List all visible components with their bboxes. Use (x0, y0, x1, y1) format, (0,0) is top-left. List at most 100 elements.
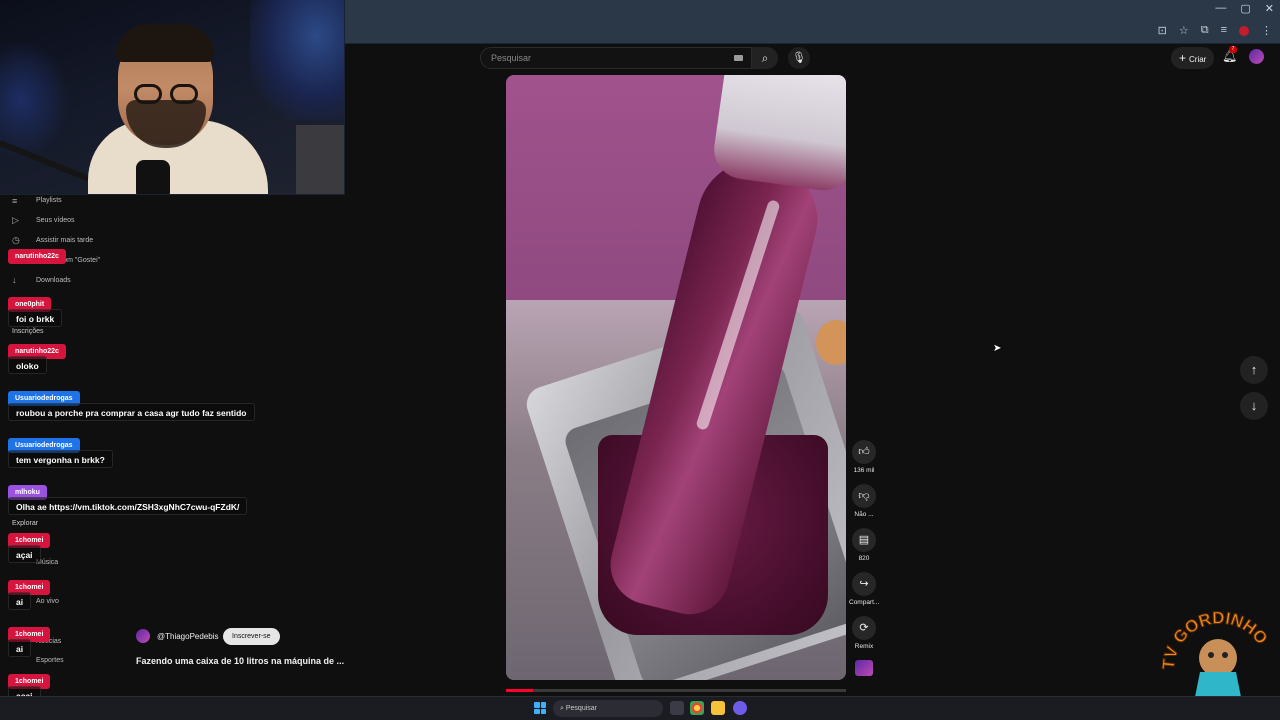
remix-label: Remix (854, 643, 874, 650)
chat-message: mlhoku Olha ae https://vm.tiktok.com/ZSH… (8, 481, 248, 515)
profile-icon[interactable] (1239, 26, 1249, 36)
create-label: Criar (1189, 55, 1207, 64)
chat-message: Usuariodedrogas tem vergonha n brkk? (8, 434, 113, 468)
video-progress-bar[interactable] (506, 689, 846, 692)
close-button[interactable]: ✕ (1265, 2, 1274, 15)
sidebar-item-watch-later[interactable]: Assistir mais tarde (36, 237, 93, 244)
arrow-up-icon: ↑ (1250, 362, 1258, 377)
taskbar-search[interactable]: ⌕ Pesquisar (553, 700, 663, 717)
search-placeholder: Pesquisar (491, 53, 532, 63)
hamburger-icon[interactable]: ≡ (12, 196, 17, 206)
create-button[interactable]: + Criar (1171, 47, 1215, 69)
webcam-feed (0, 0, 345, 195)
mouse-cursor-icon: ➤ (993, 343, 1002, 354)
dislike-action[interactable]: 👎︎ Não ... (849, 484, 879, 518)
bookmark-star-icon[interactable]: ☆ (1179, 24, 1189, 37)
arrow-down-icon: ↓ (1250, 398, 1258, 413)
chat-text: ai (8, 639, 32, 657)
mic-icon: 🎙︎ (792, 52, 806, 64)
comment-count: 820 (858, 555, 870, 562)
chat-username: narutinho22c (8, 249, 66, 264)
webcam-backlight (0, 40, 70, 160)
sidebar-item-downloads[interactable]: Downloads (36, 277, 71, 284)
like-icon[interactable]: 👍︎ (852, 440, 876, 464)
previous-video-button[interactable]: ↑ (1240, 356, 1268, 384)
glasses-right (170, 84, 198, 104)
remix-action[interactable]: ⟳ Remix (849, 616, 879, 650)
sidebar-item-your-videos[interactable]: Seus vídeos (36, 217, 75, 224)
extensions-icon[interactable]: ⧉ (1201, 24, 1209, 37)
like-action[interactable]: 👍︎ 136 mil (849, 440, 879, 474)
webcam-background-object (296, 125, 344, 194)
video-pitcher (710, 75, 846, 195)
chat-text: tem vergonha n brkk? (8, 450, 113, 468)
video-icon: ▷ (12, 215, 19, 225)
subscribe-button[interactable]: Inscrever-se (223, 628, 280, 645)
sidebar-heading-subscriptions: Inscrições (12, 328, 44, 335)
taskbar-search-label: Pesquisar (565, 705, 598, 712)
dislike-label: Não ... (854, 511, 874, 518)
next-video-button[interactable]: ↓ (1240, 392, 1268, 420)
file-explorer-icon[interactable] (711, 701, 725, 715)
channel-name[interactable]: @ThiagoPedebis (157, 632, 219, 641)
sidebar-heading-explore: Explorar (12, 520, 39, 527)
watermark-eye-left (1208, 652, 1214, 658)
toolbar-icons: ⊡ ☆ ⧉ ≡ ⋮ (1158, 24, 1272, 37)
screen: — ▢ ✕ ⊡ ☆ ⧉ ≡ ⋮ Pesquisar ⌕ 🎙︎ + Criar 🔔︎… (0, 0, 1280, 720)
watermark-face (1199, 639, 1237, 677)
sound-avatar[interactable] (855, 660, 873, 676)
dislike-icon[interactable]: 👎︎ (852, 484, 876, 508)
account-avatar[interactable] (1249, 49, 1264, 64)
share-label: Compart... (849, 599, 880, 606)
watermark-eye-right (1222, 652, 1228, 658)
chat-message: narutinho22c (8, 245, 66, 264)
share-action[interactable]: ↪ Compart... (849, 572, 879, 606)
sidebar-item-playlists[interactable]: Playlists (36, 197, 62, 204)
chat-message: Usuariodedrogas roubou a porche pra comp… (8, 387, 255, 421)
search-input[interactable]: Pesquisar (480, 47, 752, 69)
webcam-ring-light (250, 0, 344, 120)
comment-icon[interactable]: ▤ (852, 528, 876, 552)
glasses-left (134, 84, 162, 104)
keyboard-icon[interactable] (734, 55, 743, 61)
chat-message: 1chomei ai (8, 623, 51, 657)
chat-text: oloko (8, 356, 47, 374)
share-icon[interactable]: ↪ (852, 572, 876, 596)
plus-icon: + (1179, 51, 1187, 65)
window-controls: — ▢ ✕ (1215, 2, 1274, 15)
minimize-button[interactable]: — (1215, 2, 1226, 15)
media-icon[interactable]: ≡ (1221, 24, 1227, 37)
chat-text: ai (8, 592, 32, 610)
shorts-video-player[interactable] (506, 75, 846, 680)
voice-search-button[interactable]: 🎙︎ (788, 47, 810, 69)
download-icon: ↓ (12, 275, 17, 285)
search-button[interactable]: ⌕ (752, 47, 778, 69)
maximize-button[interactable]: ▢ (1240, 2, 1250, 15)
video-progress-fill (506, 689, 534, 692)
chrome-icon[interactable] (690, 701, 704, 715)
like-count: 136 mil (853, 467, 875, 474)
remix-icon[interactable]: ⟳ (852, 616, 876, 640)
cast-icon[interactable]: ⊡ (1158, 24, 1167, 37)
microphone (136, 160, 170, 194)
comment-action[interactable]: ▤ 820 (849, 528, 879, 562)
channel-avatar[interactable] (136, 629, 150, 643)
task-view-icon[interactable] (670, 701, 684, 715)
chat-message: one0phit foi o brkk (8, 293, 63, 327)
chat-text: açai (8, 545, 41, 563)
sidebar-item-sports[interactable]: Esportes (36, 657, 64, 664)
browser-menu-icon[interactable]: ⋮ (1261, 24, 1272, 37)
chat-message: 1chomei açai (8, 670, 51, 704)
windows-taskbar: ⌕ Pesquisar (0, 696, 1280, 720)
notification-badge: 7 (1229, 46, 1237, 53)
chat-text: foi o brkk (8, 309, 63, 327)
sidebar-item-live[interactable]: Ao vivo (36, 598, 59, 605)
chat-message: 1chomei ai (8, 576, 51, 610)
chat-text: roubou a porche pra comprar a casa agr t… (8, 403, 255, 421)
chat-text: Olha ae https://vm.tiktok.com/ZSH3xgNhC7… (8, 497, 248, 515)
chat-message: 1chomei açai (8, 529, 51, 563)
search-icon: ⌕ (761, 51, 769, 65)
video-title[interactable]: Fazendo uma caixa de 10 litros na máquin… (136, 656, 344, 666)
messenger-icon[interactable] (733, 701, 747, 715)
windows-start-icon[interactable] (534, 702, 546, 714)
